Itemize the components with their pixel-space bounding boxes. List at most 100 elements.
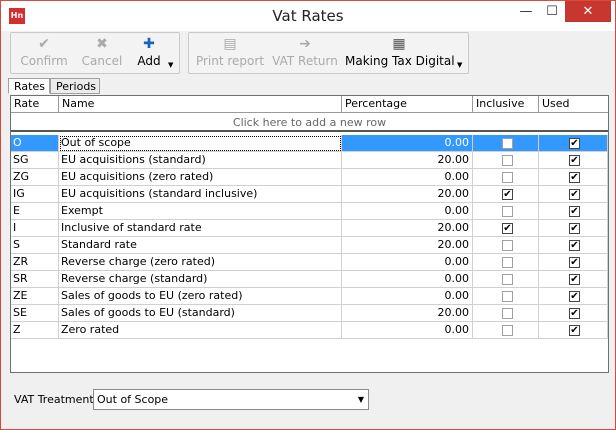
inclusive-checkbox[interactable] xyxy=(502,325,513,336)
percentage-cell[interactable]: 0.00 xyxy=(342,169,473,186)
rate-cell[interactable]: Z xyxy=(11,322,59,339)
inclusive-checkbox[interactable] xyxy=(502,206,513,217)
inclusive-checkbox[interactable] xyxy=(502,138,513,149)
add-dropdown-icon[interactable]: ▼ xyxy=(168,61,173,69)
add-new-row[interactable]: Click here to add a new row xyxy=(11,114,608,132)
name-cell[interactable]: EU acquisitions (standard) xyxy=(59,152,342,169)
used-checkbox[interactable]: ✔ xyxy=(569,291,580,302)
column-header-inclusive[interactable]: Inclusive xyxy=(473,96,539,113)
used-checkbox[interactable]: ✔ xyxy=(569,206,580,217)
name-cell[interactable]: EU acquisitions (standard inclusive) xyxy=(59,186,342,203)
table-row[interactable]: SE Sales of goods to EU (standard) 20.00 ✔ xyxy=(11,305,608,322)
rate-cell[interactable]: ZR xyxy=(11,254,59,271)
inclusive-cell: ✔ xyxy=(473,220,539,237)
name-cell[interactable]: Zero rated xyxy=(59,322,342,339)
inclusive-checkbox[interactable]: ✔ xyxy=(502,223,513,234)
vat-treatment-label: VAT Treatment: xyxy=(14,393,98,406)
rate-cell[interactable]: SR xyxy=(11,271,59,288)
confirm-button[interactable]: ✔ Confirm xyxy=(17,36,71,72)
percentage-cell[interactable]: 0.00 xyxy=(342,288,473,305)
inclusive-cell: ✔ xyxy=(473,186,539,203)
maximize-button[interactable]: ☐ xyxy=(539,1,565,22)
used-checkbox[interactable]: ✔ xyxy=(569,325,580,336)
vat-return-button[interactable]: ➔ VAT Return xyxy=(271,36,339,72)
percentage-cell[interactable]: 0.00 xyxy=(342,203,473,220)
name-cell[interactable]: Reverse charge (standard) xyxy=(59,271,342,288)
inclusive-checkbox[interactable] xyxy=(502,257,513,268)
used-checkbox[interactable]: ✔ xyxy=(569,172,580,183)
percentage-cell[interactable]: 20.00 xyxy=(342,186,473,203)
column-header-percentage[interactable]: Percentage xyxy=(342,96,473,113)
minimize-button[interactable]: — xyxy=(513,1,539,22)
inclusive-checkbox[interactable]: ✔ xyxy=(502,189,513,200)
add-button[interactable]: ✚ Add xyxy=(133,36,165,72)
name-cell[interactable]: Sales of goods to EU (standard) xyxy=(59,305,342,322)
name-cell[interactable]: Out of scope xyxy=(59,135,342,152)
name-cell[interactable]: Reverse charge (zero rated) xyxy=(59,254,342,271)
name-cell[interactable]: Sales of goods to EU (zero rated) xyxy=(59,288,342,305)
percentage-cell[interactable]: 20.00 xyxy=(342,220,473,237)
rate-cell[interactable]: O xyxy=(11,135,59,152)
rate-cell[interactable]: SE xyxy=(11,305,59,322)
vat-treatment-select[interactable]: Out of Scope ▼ xyxy=(93,389,369,410)
used-checkbox[interactable]: ✔ xyxy=(569,240,580,251)
rate-cell[interactable]: SG xyxy=(11,152,59,169)
making-tax-digital-button[interactable]: ▦ Making Tax Digital xyxy=(345,36,455,72)
table-row[interactable]: ZG EU acquisitions (zero rated) 0.00 ✔ xyxy=(11,169,608,186)
percentage-cell[interactable]: 0.00 xyxy=(342,322,473,339)
mtd-dropdown-icon[interactable]: ▼ xyxy=(457,61,462,69)
table-row[interactable]: SG EU acquisitions (standard) 20.00 ✔ xyxy=(11,152,608,169)
percentage-cell[interactable]: 0.00 xyxy=(342,271,473,288)
used-checkbox[interactable]: ✔ xyxy=(569,155,580,166)
table-row[interactable]: SR Reverse charge (standard) 0.00 ✔ xyxy=(11,271,608,288)
print-report-label: Print report xyxy=(195,54,265,68)
column-header-rate[interactable]: Rate xyxy=(11,96,59,113)
used-checkbox[interactable]: ✔ xyxy=(569,274,580,285)
rate-cell[interactable]: ZG xyxy=(11,169,59,186)
used-cell: ✔ xyxy=(539,271,608,288)
x-icon: ✖ xyxy=(96,36,108,52)
table-row[interactable]: Z Zero rated 0.00 ✔ xyxy=(11,322,608,339)
used-checkbox[interactable]: ✔ xyxy=(569,308,580,319)
inclusive-cell xyxy=(473,305,539,322)
table-row[interactable]: O Out of scope 0.00 ✔ xyxy=(11,135,608,152)
rate-cell[interactable]: IG xyxy=(11,186,59,203)
print-report-button[interactable]: ▤ Print report xyxy=(195,36,265,72)
used-checkbox[interactable]: ✔ xyxy=(569,138,580,149)
inclusive-checkbox[interactable] xyxy=(502,291,513,302)
inclusive-checkbox[interactable] xyxy=(502,274,513,285)
percentage-cell[interactable]: 20.00 xyxy=(342,305,473,322)
rate-cell[interactable]: I xyxy=(11,220,59,237)
inclusive-checkbox[interactable] xyxy=(502,308,513,319)
inclusive-checkbox[interactable] xyxy=(502,155,513,166)
column-header-used[interactable]: Used xyxy=(539,96,608,113)
inclusive-checkbox[interactable] xyxy=(502,172,513,183)
chevron-down-icon[interactable]: ▼ xyxy=(358,395,364,404)
percentage-cell[interactable]: 20.00 xyxy=(342,152,473,169)
rate-cell[interactable]: S xyxy=(11,237,59,254)
cancel-button[interactable]: ✖ Cancel xyxy=(75,36,129,72)
percentage-cell[interactable]: 0.00 xyxy=(342,135,473,152)
used-checkbox[interactable]: ✔ xyxy=(569,189,580,200)
table-row[interactable]: I Inclusive of standard rate 20.00 ✔ ✔ xyxy=(11,220,608,237)
table-row[interactable]: IG EU acquisitions (standard inclusive) 20… xyxy=(11,186,608,203)
close-button[interactable]: ✕ xyxy=(565,1,611,22)
table-row[interactable]: S Standard rate 20.00 ✔ xyxy=(11,237,608,254)
name-cell[interactable]: Inclusive of standard rate xyxy=(59,220,342,237)
used-checkbox[interactable]: ✔ xyxy=(569,223,580,234)
tab-rates[interactable]: Rates xyxy=(8,78,50,94)
table-row[interactable]: ZR Reverse charge (zero rated) 0.00 ✔ xyxy=(11,254,608,271)
used-checkbox[interactable]: ✔ xyxy=(569,257,580,268)
table-row[interactable]: ZE Sales of goods to EU (zero rated) 0.00 ✔ xyxy=(11,288,608,305)
name-cell[interactable]: Standard rate xyxy=(59,237,342,254)
rate-cell[interactable]: E xyxy=(11,203,59,220)
tab-periods[interactable]: Periods xyxy=(50,78,100,94)
percentage-cell[interactable]: 0.00 xyxy=(342,254,473,271)
rate-cell[interactable]: ZE xyxy=(11,288,59,305)
percentage-cell[interactable]: 20.00 xyxy=(342,237,473,254)
inclusive-checkbox[interactable] xyxy=(502,240,513,251)
name-cell[interactable]: Exempt xyxy=(59,203,342,220)
column-header-name[interactable]: Name xyxy=(59,96,342,113)
table-row[interactable]: E Exempt 0.00 ✔ xyxy=(11,203,608,220)
name-cell[interactable]: EU acquisitions (zero rated) xyxy=(59,169,342,186)
